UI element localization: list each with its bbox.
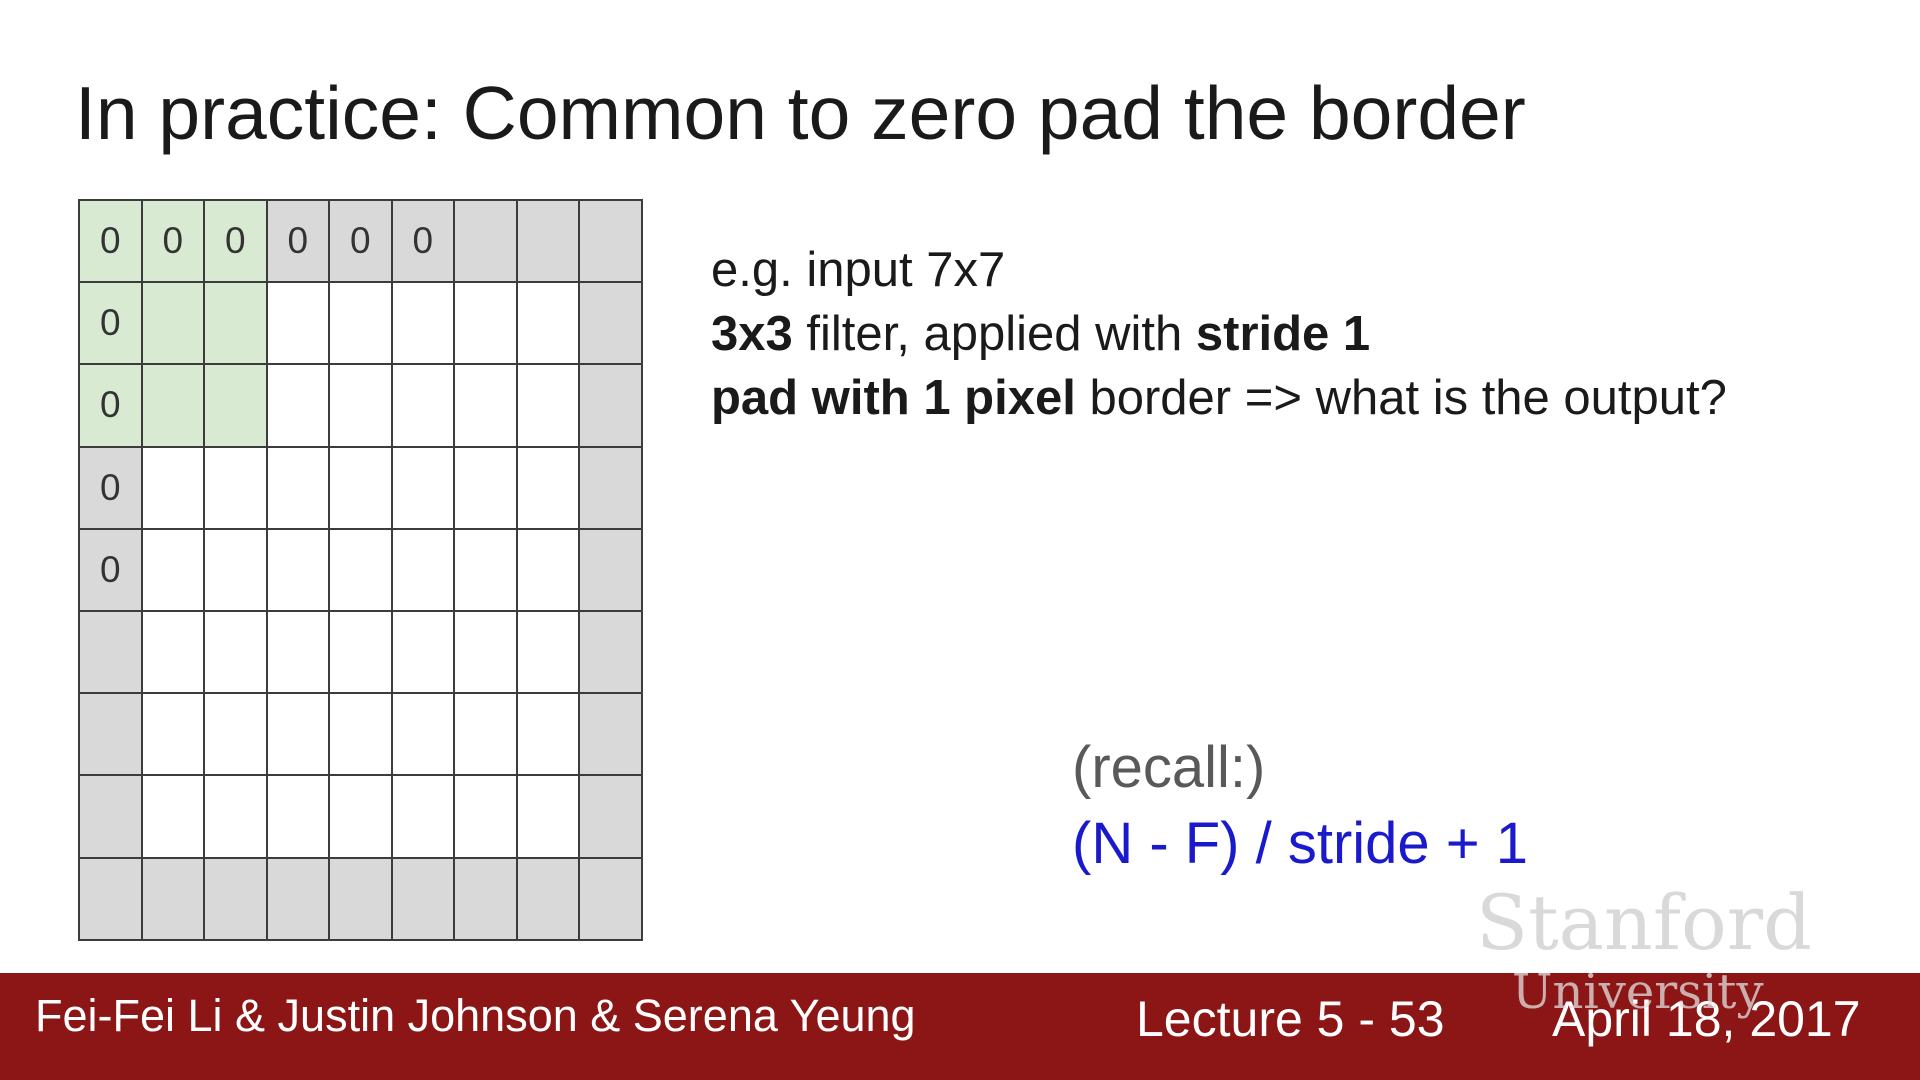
- grid-cell: [455, 858, 518, 941]
- university-watermark: University: [1512, 964, 1764, 1020]
- grid-cell: [267, 529, 330, 612]
- grid-cell: [330, 858, 393, 941]
- grid-cell: [517, 529, 580, 612]
- grid-cell: [580, 529, 643, 612]
- grid-cell: [205, 611, 268, 695]
- grid-cell: 0: [80, 529, 143, 612]
- grid-cell: 0: [330, 201, 393, 284]
- grid-cell: [205, 776, 268, 859]
- grid-cell: [267, 447, 330, 530]
- grid-cell: [80, 776, 143, 859]
- grid-cell: [267, 694, 330, 777]
- grid-cell: [142, 365, 205, 448]
- grid-cell: [142, 283, 205, 366]
- grid-cell: [330, 611, 393, 695]
- grid-cell: [142, 858, 205, 941]
- desc-line-filter: 3x3 filter, applied with stride 1: [711, 307, 1371, 361]
- grid-cell: [517, 858, 580, 941]
- grid-cell: [392, 447, 455, 530]
- grid-cell: [455, 201, 518, 284]
- grid-cell: [267, 283, 330, 366]
- grid-cell: [455, 365, 518, 448]
- grid-cell: [580, 365, 643, 448]
- grid-cell: [330, 776, 393, 859]
- desc-line-input: e.g. input 7x7: [711, 243, 1006, 297]
- grid-cell: [267, 611, 330, 695]
- grid-cell: 0: [80, 201, 143, 284]
- slide-title: In practice: Common to zero pad the bord…: [75, 71, 1526, 155]
- grid-cell: 0: [80, 283, 143, 366]
- grid-cell: 0: [80, 447, 143, 530]
- padded-input-grid: 0000000000: [78, 199, 643, 941]
- grid-cell: [80, 694, 143, 777]
- grid-cell: [142, 611, 205, 695]
- recall-label: (recall:): [1072, 735, 1266, 800]
- grid-cell: [517, 776, 580, 859]
- grid-cell: [330, 365, 393, 448]
- grid-cell: [455, 529, 518, 612]
- grid-cell: [392, 611, 455, 695]
- grid-cell: [267, 365, 330, 448]
- grid-cell: [330, 447, 393, 530]
- grid-cell: [580, 201, 643, 284]
- grid-cell: [455, 694, 518, 777]
- grid-cell: [205, 529, 268, 612]
- grid-cell: [205, 365, 268, 448]
- grid-cell: [142, 694, 205, 777]
- grid-cell: [392, 529, 455, 612]
- grid-cell: [142, 776, 205, 859]
- grid-cell: [80, 611, 143, 695]
- grid-cell: [392, 283, 455, 366]
- footer-authors: Fei-Fei Li & Justin Johnson & Serena Yeu…: [35, 990, 916, 1041]
- grid-cell: [80, 858, 143, 941]
- recall-formula: (N - F) / stride + 1: [1072, 811, 1529, 876]
- grid-cell: [455, 447, 518, 530]
- grid-cell: [330, 529, 393, 612]
- grid-cell: [455, 611, 518, 695]
- desc-line-pad: pad with 1 pixel border => what is the o…: [711, 371, 1727, 425]
- example-description: e.g. input 7x7 3x3 filter, applied with …: [711, 238, 1727, 430]
- grid-cell: [580, 283, 643, 366]
- grid-cell: [580, 776, 643, 859]
- grid-cell: [580, 694, 643, 777]
- grid-cell: [205, 283, 268, 366]
- grid-cell: [517, 201, 580, 284]
- grid-cell: [580, 858, 643, 941]
- grid-cell: [392, 776, 455, 859]
- grid-cell: [392, 365, 455, 448]
- grid-cell: 0: [142, 201, 205, 284]
- grid-cell: [330, 283, 393, 366]
- grid-cell: [517, 611, 580, 695]
- grid-cell: [517, 694, 580, 777]
- grid-cell: [580, 447, 643, 530]
- grid-cell: [142, 529, 205, 612]
- grid-cell: [205, 858, 268, 941]
- grid-cell: 0: [205, 201, 268, 284]
- grid-cell: [392, 858, 455, 941]
- grid-cell: [330, 694, 393, 777]
- grid-cell: [455, 776, 518, 859]
- grid-cell: [455, 283, 518, 366]
- grid-cell: 0: [392, 201, 455, 284]
- grid-cell: 0: [267, 201, 330, 284]
- grid-cell: [142, 447, 205, 530]
- grid-cell: [517, 283, 580, 366]
- grid-cell: [205, 694, 268, 777]
- grid-cell: [205, 447, 268, 530]
- grid-cell: [267, 858, 330, 941]
- grid-cell: [517, 447, 580, 530]
- grid-cell: [517, 365, 580, 448]
- grid-cell: [580, 611, 643, 695]
- stanford-watermark: Stanford: [1476, 878, 1812, 967]
- footer-lecture: Lecture 5 - 53: [1136, 991, 1445, 1047]
- grid-cell: 0: [80, 365, 143, 448]
- grid-cell: [267, 776, 330, 859]
- grid-cell: [392, 694, 455, 777]
